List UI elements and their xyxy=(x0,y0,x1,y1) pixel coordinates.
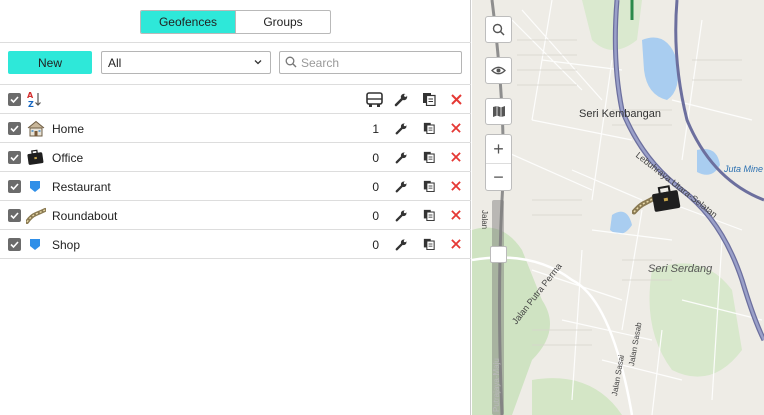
wrench-icon[interactable] xyxy=(395,238,408,251)
divider xyxy=(0,42,471,43)
row-checkbox[interactable] xyxy=(8,122,21,135)
blue-tag-icon xyxy=(30,239,40,250)
delete-icon[interactable] xyxy=(451,181,461,191)
zoom-in-button[interactable]: + xyxy=(486,135,511,163)
delete-icon[interactable] xyxy=(451,210,461,220)
delete-icon[interactable] xyxy=(451,152,461,162)
map-label: Juta Mine xyxy=(724,164,764,174)
list-item[interactable]: Shop 0 xyxy=(0,230,471,259)
geofence-panel: Geofences Groups New All AZ Home 1 Offic xyxy=(0,0,471,415)
delete-icon[interactable] xyxy=(451,94,462,105)
row-name: Office xyxy=(52,151,84,165)
vehicle-icon[interactable] xyxy=(366,92,383,108)
row-name: Home xyxy=(52,122,85,136)
map-icon xyxy=(492,106,505,117)
duplicate-icon[interactable] xyxy=(423,151,435,163)
duplicate-icon[interactable] xyxy=(423,180,435,192)
duplicate-icon[interactable] xyxy=(423,238,435,250)
row-checkbox[interactable] xyxy=(8,180,21,193)
row-checkbox[interactable] xyxy=(8,238,21,251)
toolbar: New All xyxy=(8,51,462,74)
search-input[interactable] xyxy=(279,51,462,74)
new-button[interactable]: New xyxy=(8,51,92,74)
select-all-checkbox[interactable] xyxy=(8,93,21,106)
tab-groups[interactable]: Groups xyxy=(235,11,330,33)
row-count: 0 xyxy=(372,209,379,223)
map-view[interactable]: Seri Kembangan Seri Serdang Juta Mine Le… xyxy=(472,0,764,415)
briefcase-icon xyxy=(27,149,44,165)
duplicate-icon[interactable] xyxy=(423,122,435,134)
map-label: Seri Serdang xyxy=(648,263,713,275)
wrench-icon[interactable] xyxy=(395,122,408,135)
wrench-icon[interactable] xyxy=(394,92,409,107)
tab-bar: Geofences Groups xyxy=(140,10,331,34)
list-item[interactable]: Office 0 xyxy=(0,143,471,172)
row-count: 1 xyxy=(372,122,379,136)
house-icon xyxy=(27,120,45,137)
svg-text:Z: Z xyxy=(28,100,34,108)
row-name: Roundabout xyxy=(52,209,118,223)
row-count: 0 xyxy=(372,151,379,165)
chevron-down-icon xyxy=(254,60,262,65)
duplicate-icon[interactable] xyxy=(423,209,435,221)
row-count: 0 xyxy=(372,180,379,194)
list-item[interactable]: Home 1 xyxy=(0,114,471,143)
row-checkbox[interactable] xyxy=(8,209,21,222)
map-layers-button[interactable] xyxy=(485,98,512,125)
tab-geofences[interactable]: Geofences xyxy=(141,11,235,33)
search-icon xyxy=(285,56,297,68)
map-search-button[interactable] xyxy=(485,16,512,43)
delete-icon[interactable] xyxy=(451,123,461,133)
filter-select[interactable]: All xyxy=(101,51,271,74)
row-name: Shop xyxy=(52,238,81,252)
map-label: Jalan xyxy=(480,210,489,230)
list-item[interactable]: Roundabout 0 xyxy=(0,201,471,230)
svg-text:A: A xyxy=(27,91,34,100)
row-name: Restaurant xyxy=(52,180,111,194)
map-visibility-button[interactable] xyxy=(485,57,512,84)
road-curve-icon xyxy=(26,208,46,224)
map-background xyxy=(472,0,764,415)
map-label: Seri Kembangan xyxy=(579,108,661,120)
zoom-control: + − xyxy=(485,134,512,191)
wrench-icon[interactable] xyxy=(395,209,408,222)
blue-tag-icon xyxy=(30,181,40,192)
row-count: 0 xyxy=(372,238,379,252)
delete-icon[interactable] xyxy=(451,239,461,249)
filter-select-value: All xyxy=(108,55,122,70)
zoom-slider-handle[interactable] xyxy=(490,246,507,263)
zoom-out-button[interactable]: − xyxy=(486,163,511,191)
briefcase-icon[interactable] xyxy=(650,184,682,214)
list-header-row: AZ xyxy=(0,85,471,114)
zoom-slider-track[interactable] xyxy=(492,200,504,415)
list-item[interactable]: Restaurant 0 xyxy=(0,172,471,201)
wrench-icon[interactable] xyxy=(395,151,408,164)
duplicate-icon[interactable] xyxy=(422,92,436,106)
sort-az-icon[interactable]: AZ xyxy=(27,90,43,108)
eye-icon xyxy=(491,66,506,75)
row-checkbox[interactable] xyxy=(8,151,21,164)
wrench-icon[interactable] xyxy=(395,180,408,193)
search-icon xyxy=(492,23,505,36)
